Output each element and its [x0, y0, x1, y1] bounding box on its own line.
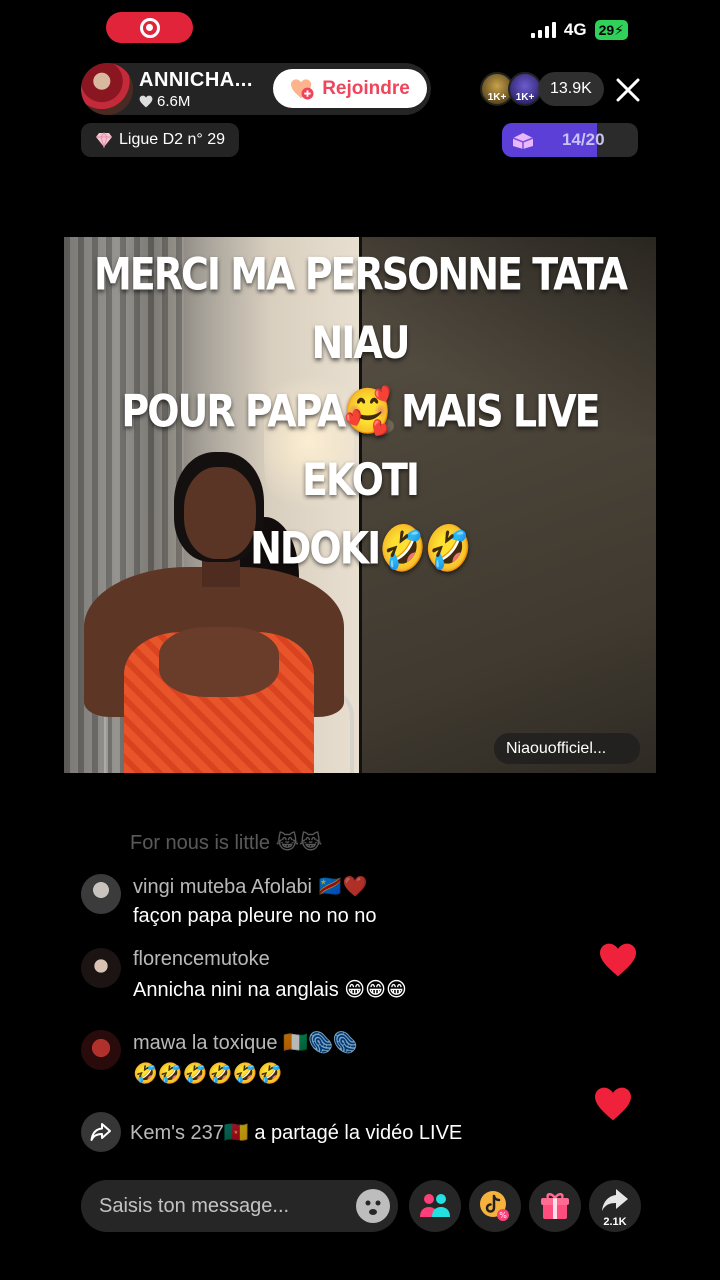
join-label: Rejoindre [322, 77, 410, 99]
host-pill[interactable]: ANNICHA... 6.6M Rejoindre [81, 63, 431, 115]
svg-text:%: % [499, 1211, 507, 1220]
guests-button[interactable] [409, 1180, 461, 1232]
share-notice-text: Kem's 237🇨🇲 a partagé la vidéo LIVE [130, 1120, 462, 1145]
host-likes-count: 6.6M [157, 92, 191, 110]
goal-text: 14/20 [562, 130, 605, 149]
faded-comment: For nous is little 😹😹 [130, 832, 323, 854]
status-bar-right: 4G 29 ⚡ [530, 20, 628, 40]
tiktok-coupon-icon: % [480, 1191, 509, 1221]
message-input[interactable]: Saisis ton message... [81, 1180, 398, 1232]
league-label: Ligue D2 n° 29 [119, 131, 226, 148]
host-info: ANNICHA... 6.6M [139, 69, 269, 110]
close-icon[interactable] [612, 74, 644, 106]
comment-text: façon papa pleure no no no [133, 905, 377, 927]
heart-plus-icon [291, 78, 314, 100]
share-arrow-icon [602, 1189, 628, 1211]
gift-button[interactable] [529, 1180, 581, 1232]
floating-heart-icon [600, 943, 636, 977]
commenter-avatar[interactable] [81, 948, 121, 988]
share-action: a partagé la vidéo LIVE [248, 1121, 463, 1144]
screen-record-indicator[interactable] [106, 12, 193, 43]
caption-line: Merci ma personne tata niau [93, 248, 628, 369]
video-caption: Merci ma personne tata niau pour papa🥰 m… [64, 240, 656, 582]
record-icon [139, 17, 160, 38]
emoji-icon[interactable] [356, 1189, 390, 1223]
commenter-avatar[interactable] [81, 1030, 121, 1070]
comment-item[interactable]: mawa la toxique 🇨🇮🫆🫆 🤣🤣🤣🤣🤣🤣 [81, 1030, 358, 1086]
host-avatar[interactable] [81, 63, 133, 115]
gift-goal-bar[interactable]: 14/20 [502, 123, 638, 157]
league-badge[interactable]: Ligue D2 n° 29 [81, 123, 239, 157]
viewer-badge: 1K+ [515, 92, 535, 103]
join-button[interactable]: Rejoindre [273, 69, 427, 108]
viewer-badge: 1K+ [487, 92, 507, 103]
comment-item[interactable]: vingi muteba Afolabi 🇨🇩❤️ façon papa ple… [81, 874, 377, 928]
comment-text: 🤣🤣🤣🤣🤣🤣 [133, 1063, 283, 1085]
guest-name-label[interactable]: Niaouofficiel... [494, 733, 640, 764]
network-type: 4G [563, 20, 587, 39]
floating-heart-icon [595, 1087, 631, 1121]
share-button[interactable]: 2.1K [589, 1180, 641, 1232]
viewer-count[interactable]: 13.9K [538, 72, 604, 106]
share-count: 2.1K [603, 1216, 627, 1228]
comment-username[interactable]: florencemutoke [133, 948, 407, 971]
share-username[interactable]: Kem's 237🇨🇲 [130, 1122, 249, 1144]
caption-line: ndoki🤣🤣 [250, 522, 472, 574]
battery-indicator: 29 ⚡ [594, 20, 628, 40]
comment-text: Annicha nini na anglais 😁😁😁 [133, 979, 407, 1001]
promo-button[interactable]: % [469, 1180, 521, 1232]
host-likes: 6.6M [139, 93, 269, 110]
share-notice-icon [81, 1112, 121, 1152]
diamond-icon [96, 132, 112, 148]
commenter-avatar[interactable] [81, 874, 121, 914]
message-placeholder: Saisis ton message... [99, 1194, 290, 1217]
comment-username[interactable]: vingi muteba Afolabi 🇨🇩❤️ [133, 874, 377, 899]
viewer-avatar[interactable]: 1K+ [508, 72, 542, 106]
gift-icon [541, 1193, 569, 1219]
host-hands [159, 627, 279, 697]
host-name: ANNICHA... [139, 68, 253, 91]
top-viewers[interactable]: 1K+ 1K+ 13.9K [480, 72, 604, 106]
battery-level: 29 [598, 22, 615, 38]
comment-username[interactable]: mawa la toxique 🇨🇮🫆🫆 [133, 1030, 358, 1055]
treasure-icon [512, 133, 534, 149]
comment-item[interactable]: florencemutoke Annicha nini na anglais 😁… [81, 948, 407, 1002]
heart-icon [139, 95, 153, 107]
share-notice: Kem's 237🇨🇲 a partagé la vidéo LIVE [81, 1112, 462, 1152]
signal-icon [530, 22, 556, 38]
caption-line: pour papa🥰 mais live ekoti [121, 385, 600, 506]
multi-guest-icon [420, 1194, 450, 1217]
